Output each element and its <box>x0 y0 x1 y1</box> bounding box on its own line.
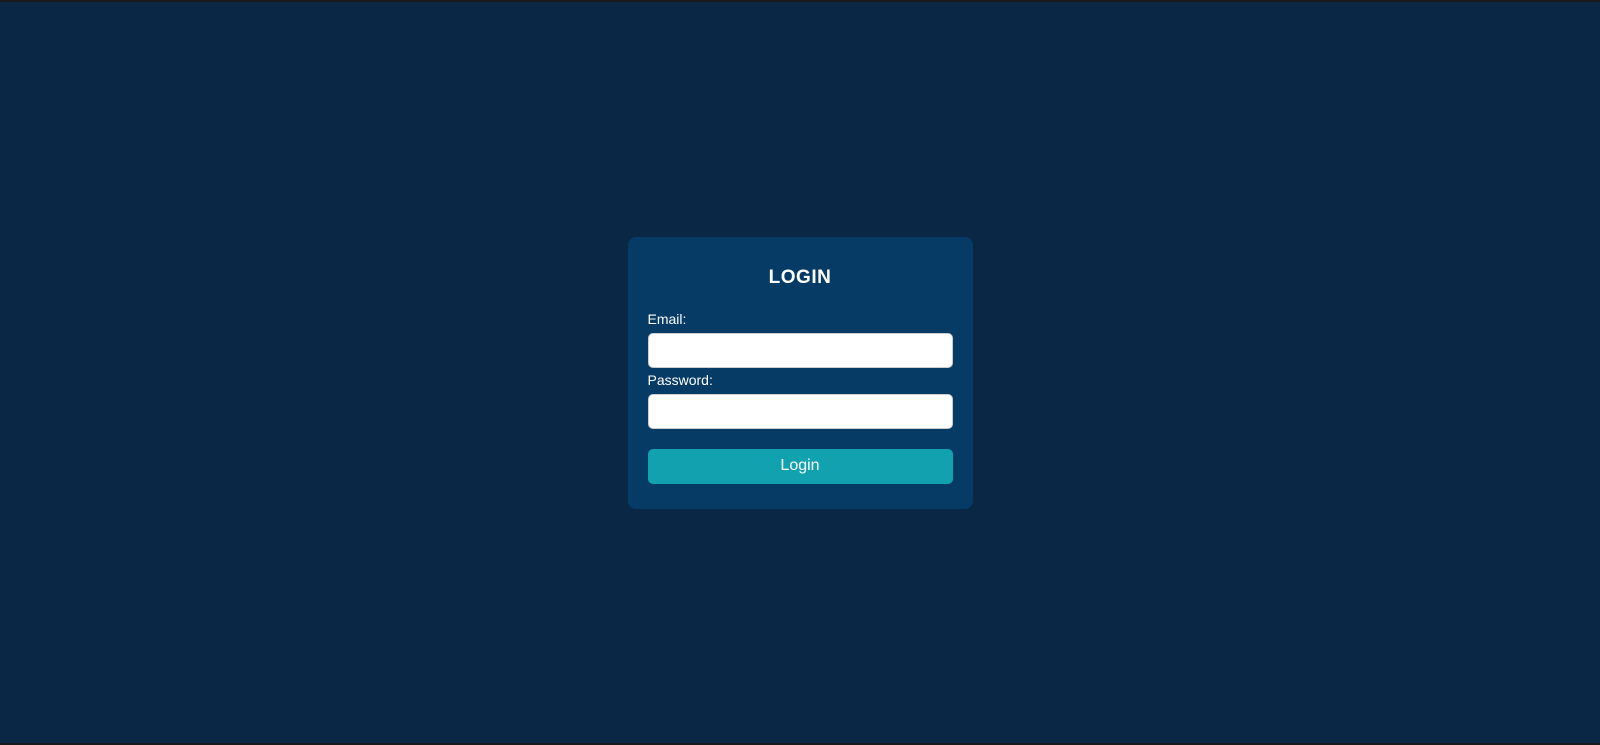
login-title: LOGIN <box>648 267 953 289</box>
login-button[interactable]: Login <box>648 449 953 484</box>
email-group: Email: <box>648 311 953 372</box>
login-card: LOGIN Email: Password: Login <box>628 237 973 509</box>
password-label: Password: <box>648 372 953 388</box>
password-input[interactable] <box>648 394 953 429</box>
email-input[interactable] <box>648 333 953 368</box>
email-label: Email: <box>648 311 953 327</box>
password-group: Password: <box>648 372 953 433</box>
